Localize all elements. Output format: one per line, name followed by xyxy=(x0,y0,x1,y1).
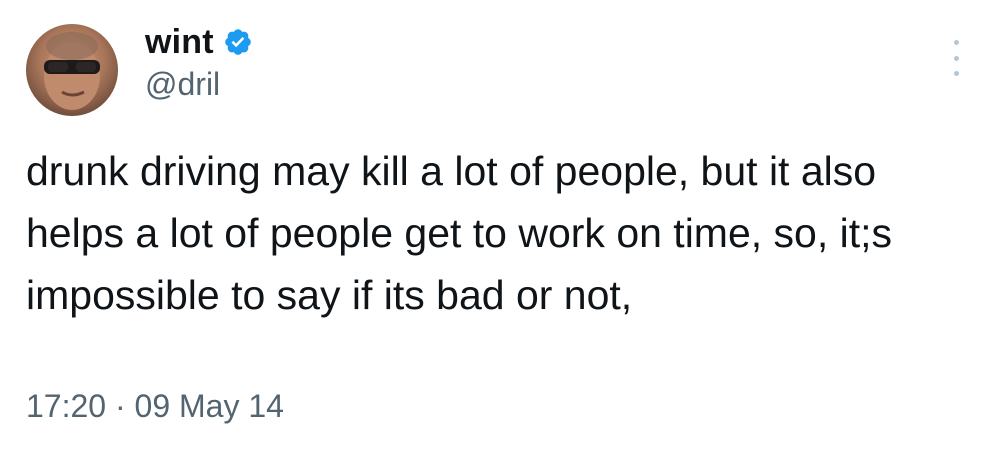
name-row: wint xyxy=(145,20,253,64)
handle[interactable]: @dril xyxy=(145,66,253,103)
verified-badge-icon xyxy=(223,27,253,57)
more-dot xyxy=(953,71,959,76)
tweet-card: wint @dril drunk driving may kill a lot … xyxy=(0,0,1000,453)
more-options-icon[interactable] xyxy=(948,40,964,76)
timestamp[interactable]: 17:20 · 09 May 14 xyxy=(26,388,284,425)
more-dot xyxy=(953,40,959,45)
display-name[interactable]: wint xyxy=(145,23,214,62)
tweet-text: drunk driving may kill a lot of people, … xyxy=(26,148,904,318)
avatar[interactable] xyxy=(26,24,118,116)
author-block: wint @dril xyxy=(145,20,253,103)
more-dot xyxy=(953,55,959,61)
avatar-image xyxy=(44,32,100,110)
